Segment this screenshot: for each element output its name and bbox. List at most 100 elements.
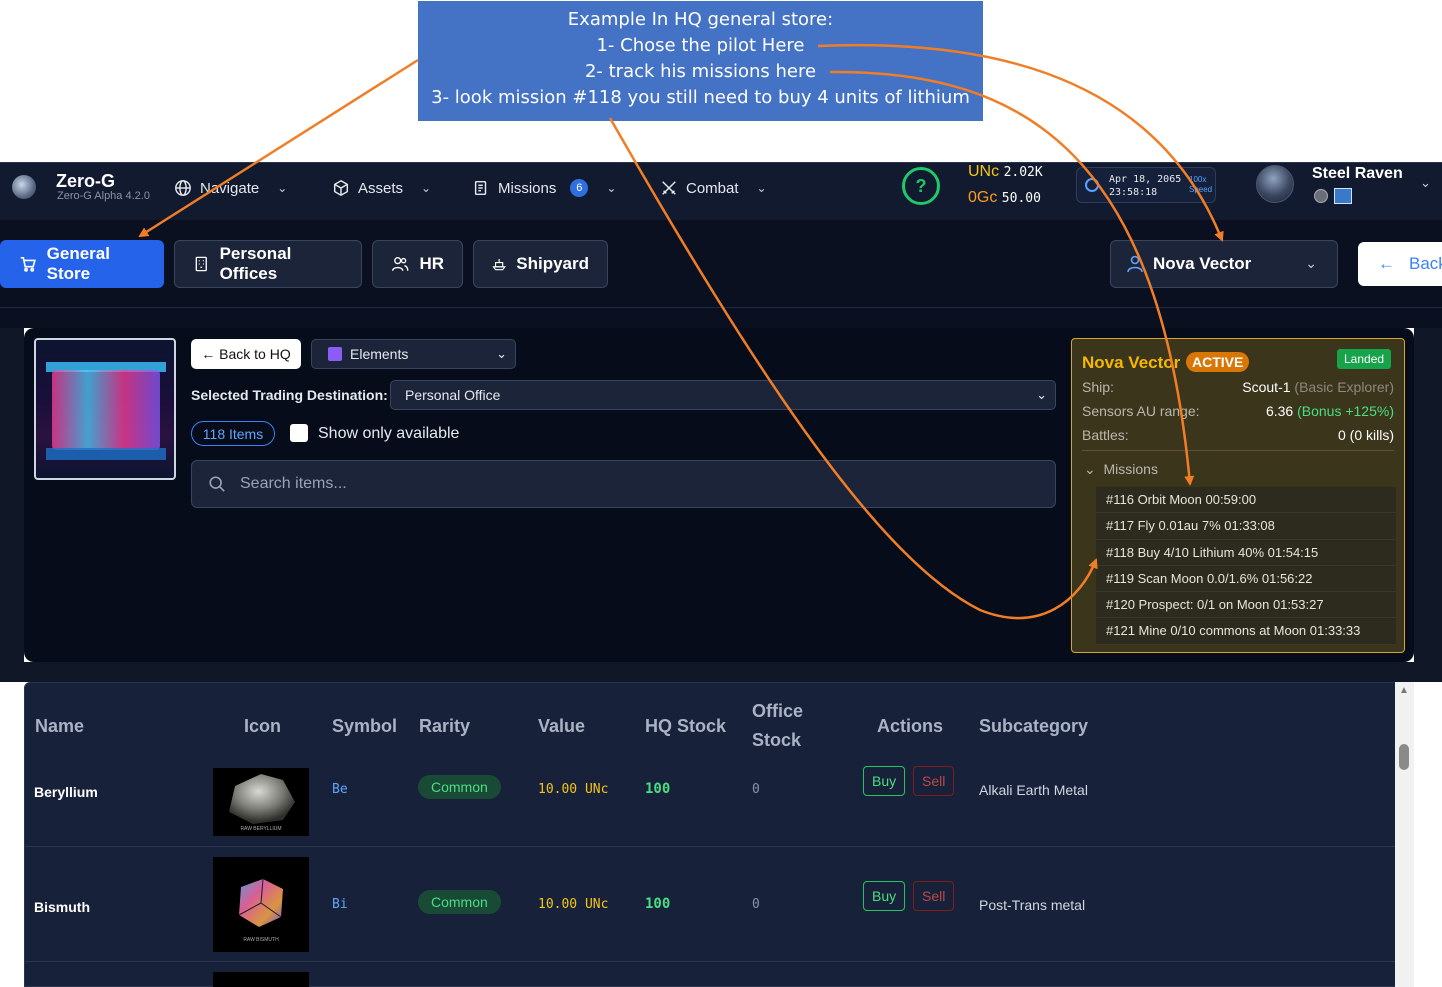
category-select-value: Elements bbox=[350, 346, 409, 362]
instruction-callout: Example In HQ general store: 1- Chose th… bbox=[418, 1, 983, 121]
chevron-down-icon: ⌄ bbox=[1305, 255, 1317, 271]
search-input[interactable]: Search items... bbox=[191, 460, 1056, 508]
callout-line-1: Example In HQ general store: bbox=[567, 9, 834, 30]
nav-navigate-label: Navigate bbox=[200, 179, 260, 197]
ogc-balance: 0Gc 50.00 bbox=[968, 189, 1041, 207]
chevron-down-icon: ⌄ bbox=[756, 181, 767, 195]
tab-hr[interactable]: HR bbox=[372, 240, 463, 288]
ship-type: (Basic Explorer) bbox=[1294, 379, 1394, 395]
pilot-select[interactable]: Nova Vector ⌄ bbox=[1110, 240, 1338, 288]
trading-destination-label: Selected Trading Destination: bbox=[191, 387, 388, 403]
pilot-battles-row: Battles: 0 (0 kills) bbox=[1082, 427, 1394, 443]
scrollbar-thumb[interactable] bbox=[1399, 744, 1409, 770]
chevron-down-icon: ⌄ bbox=[1036, 387, 1047, 402]
mission-item[interactable]: #120 Prospect: 0/1 on Moon 01:53:27 bbox=[1096, 592, 1396, 619]
app-logo-icon[interactable] bbox=[12, 175, 36, 199]
trading-destination-select[interactable]: Personal Office ⌄ bbox=[390, 380, 1056, 410]
ship-label: Ship: bbox=[1082, 379, 1114, 395]
clock-icon bbox=[1085, 178, 1099, 192]
item-hq-stock: 100 bbox=[645, 896, 671, 912]
item-subcategory: Post-Trans metal bbox=[979, 897, 1086, 913]
chevron-down-icon: ⌄ bbox=[1084, 461, 1096, 477]
callout-line-4: 3- look mission #118 you still need to b… bbox=[431, 87, 970, 108]
item-icon-caption: RAW BERYLLIUM bbox=[240, 826, 282, 832]
nav-combat[interactable]: Combat ⌄ bbox=[660, 175, 767, 201]
show-available-label[interactable]: Show only available bbox=[318, 425, 459, 443]
missions-header: Missions bbox=[1103, 461, 1158, 477]
scroll-up-icon[interactable]: ▲ bbox=[1399, 685, 1409, 696]
missions-count-badge: 6 bbox=[570, 179, 589, 197]
back-to-hq-button[interactable]: ← Back to HQ bbox=[191, 339, 301, 369]
category-select[interactable]: Elements ⌄ bbox=[311, 339, 516, 369]
tab-shipyard[interactable]: Shipyard bbox=[473, 240, 608, 288]
app-version: Zero-G Alpha 4.2.0 bbox=[57, 190, 150, 202]
tab-personal-offices[interactable]: Personal Offices bbox=[174, 240, 362, 288]
buy-button[interactable]: Buy bbox=[863, 766, 906, 796]
nav-missions[interactable]: Missions 6 ⌄ bbox=[472, 175, 616, 201]
chevron-down-icon: ⌄ bbox=[496, 346, 507, 361]
sell-button[interactable]: Sell bbox=[913, 766, 955, 796]
sell-button-label: Sell bbox=[913, 881, 955, 911]
rarity-badge: Common bbox=[418, 890, 501, 914]
chevron-down-icon[interactable]: ⌄ bbox=[1420, 175, 1431, 191]
user-name: Steel Raven bbox=[1312, 165, 1403, 182]
missions-toggle[interactable]: ⌄ Missions bbox=[1084, 461, 1158, 478]
nav-assets[interactable]: Assets ⌄ bbox=[332, 175, 431, 201]
tab-personal-offices-label: Personal Offices bbox=[219, 244, 292, 283]
globe-icon bbox=[175, 180, 191, 196]
clock-date: Apr 18, 2065 bbox=[1109, 174, 1182, 185]
game-clock[interactable]: Apr 18, 2065 23:58:18 100x Speed bbox=[1076, 167, 1216, 203]
item-office-stock: 0 bbox=[752, 782, 760, 797]
user-icon bbox=[1127, 255, 1143, 273]
show-available-checkbox[interactable] bbox=[290, 424, 308, 442]
pilot-status-badge: ACTIVE bbox=[1186, 352, 1250, 372]
nav-navigate[interactable]: Navigate ⌄ bbox=[174, 175, 287, 201]
item-value: 10.00 UNc bbox=[538, 897, 609, 912]
buy-button-label: Buy bbox=[863, 766, 906, 796]
search-icon bbox=[209, 476, 225, 492]
top-navbar: Zero-G Zero-G Alpha 4.2.0 Navigate ⌄ Ass… bbox=[0, 162, 1442, 220]
sensors-label: Sensors AU range: bbox=[1082, 403, 1200, 419]
mission-item[interactable]: #116 Orbit Moon 00:59:00 bbox=[1096, 487, 1396, 514]
item-symbol: Be bbox=[332, 782, 348, 797]
speed-label: Speed bbox=[1189, 185, 1213, 194]
sell-button[interactable]: Sell bbox=[913, 881, 955, 911]
chevron-down-icon: ⌄ bbox=[421, 181, 432, 195]
pilot-sensors-row: Sensors AU range: 6.36 (Bonus +125%) bbox=[1082, 403, 1394, 419]
table-scrollbar[interactable]: ▲ bbox=[1395, 682, 1414, 987]
ogc-label: 0Gc bbox=[968, 189, 998, 206]
unc-balance: UNc 2.02K bbox=[968, 163, 1043, 181]
building-icon bbox=[195, 256, 207, 272]
item-value: 10.00 UNc bbox=[538, 782, 609, 797]
clock-speed: 100x Speed bbox=[1189, 175, 1212, 195]
col-header-office-stock-1[interactable]: Office bbox=[752, 701, 803, 722]
buy-button[interactable]: Buy bbox=[863, 881, 906, 911]
rarity-badge-label: Common bbox=[418, 890, 501, 914]
background bbox=[0, 662, 1442, 682]
help-icon[interactable]: ? bbox=[902, 167, 940, 205]
tab-hr-label: HR bbox=[419, 254, 444, 273]
store-building bbox=[52, 370, 160, 450]
item-symbol: Bi bbox=[332, 897, 348, 912]
hq-subnav: General Store Personal Offices HR Shipya… bbox=[0, 220, 1442, 308]
screenshot-root: Example In HQ general store: 1- Chose th… bbox=[0, 0, 1442, 987]
trading-destination-value: Personal Office bbox=[405, 387, 501, 403]
mission-item[interactable]: #117 Fly 0.01au 7% 01:33:08 bbox=[1096, 513, 1396, 540]
pilot-card: Nova Vector ACTIVE Landed Ship: Scout-1 … bbox=[1071, 338, 1405, 653]
background bbox=[0, 328, 24, 682]
tab-general-store[interactable]: General Store bbox=[0, 240, 164, 288]
atom-icon bbox=[328, 347, 342, 361]
general-store-image bbox=[34, 338, 176, 480]
pilot-name: Nova Vector bbox=[1082, 353, 1181, 372]
back-button[interactable]: ← Back bbox=[1358, 242, 1442, 286]
mission-item[interactable]: #121 Mine 0/10 commons at Moon 01:33:33 bbox=[1096, 618, 1396, 645]
mission-item[interactable]: #119 Scan Moon 0.0/1.6% 01:56:22 bbox=[1096, 566, 1396, 593]
mission-item[interactable]: #118 Buy 4/10 Lithium 40% 01:54:15 bbox=[1096, 540, 1396, 566]
item-subcategory: Alkali Earth Metal bbox=[979, 782, 1088, 798]
pilot-location-badge: Landed bbox=[1337, 349, 1392, 369]
users-icon bbox=[392, 257, 409, 271]
swords-icon bbox=[662, 181, 676, 195]
item-name: Bismuth bbox=[34, 899, 90, 915]
item-office-stock: 0 bbox=[752, 897, 760, 912]
user-avatar[interactable] bbox=[1256, 165, 1294, 203]
